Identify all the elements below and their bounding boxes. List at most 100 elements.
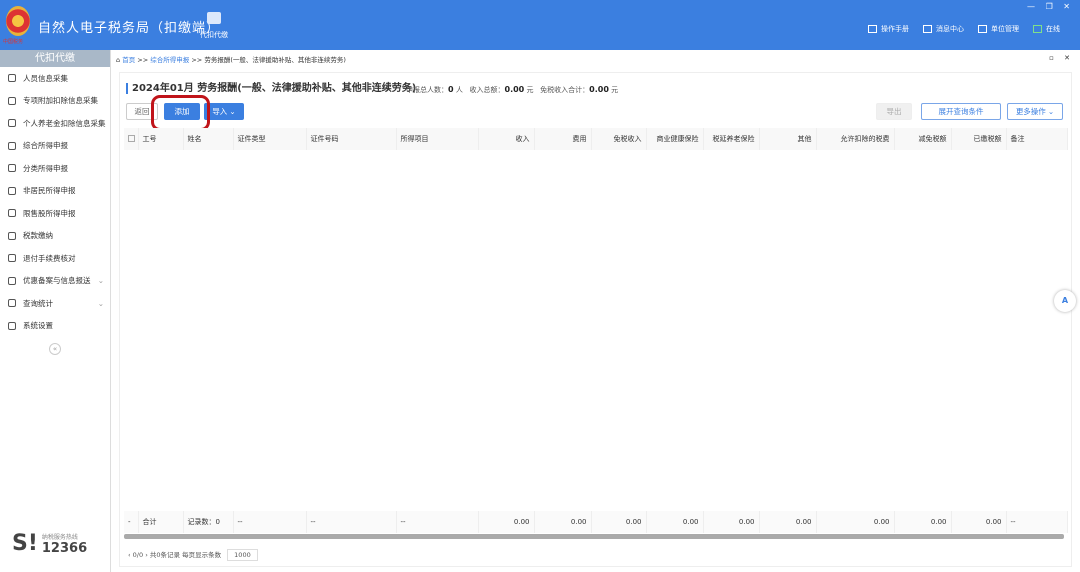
breadcrumb-level2[interactable]: 综合所得申报 [150,56,189,64]
sidebar-item-label: 优惠备案与信息报送 [23,276,91,286]
list-icon [8,96,16,105]
column-header[interactable]: 商业健康保险 [646,128,704,150]
unit-icon [978,25,987,33]
nav-unit[interactable]: 单位管理 [978,24,1019,34]
sidebar-item-label: 查询统计 [23,298,53,308]
assistant-float-icon[interactable]: A [1054,290,1076,312]
nav-label: 消息中心 [936,25,964,33]
sidebar-item[interactable]: 人员信息采集 [0,67,110,90]
footer-cell: -- [1006,511,1068,533]
main-panel: 2024年01月 劳务报酬(一般、法律援助补贴、其他非连续劳务) 申报总人数：0… [119,72,1072,567]
sidebar-item-label: 非居民所得申报 [23,186,76,196]
nav-messages[interactable]: 消息中心 [923,24,964,34]
summary-stats: 申报总人数：0 人 收入总额：0.00 元 免税收入合计：0.00 元 [406,85,618,95]
footer-cell: - [124,511,139,533]
window-controls[interactable]: — ❐ ✕ [1027,2,1074,11]
chevron-down-icon: ⌄ [97,298,104,308]
page-nav[interactable]: ‹ 0/0 › [128,551,148,559]
sidebar-item[interactable]: 限售股所得申报 [0,202,110,225]
app-title: 自然人电子税务局（扣缴端） [38,21,221,36]
footer-cell: 0.00 [759,511,817,533]
nav-manual[interactable]: 操作手册 [868,24,909,34]
stat-label: 收入总额： [469,86,505,94]
sidebar-item[interactable]: 个人养老金扣除信息采集 [0,112,110,135]
column-header[interactable]: 备注 [1006,128,1068,150]
import-button[interactable]: 导入 ⌄ [204,103,244,120]
more-actions-button[interactable]: 更多操作 ⌄ [1007,103,1063,120]
tab-controls[interactable]: ▫ ✕ [1049,54,1074,62]
column-header[interactable]: 允许扣除的税费 [816,128,895,150]
sidebar-item[interactable]: 系统设置 [0,315,110,338]
sidebar-item[interactable]: 优惠备案与信息报送 ⌄ [0,270,110,293]
stat-label: 免税收入合计： [540,86,590,94]
sidebar-header: 代扣代缴 [0,50,110,67]
export-button[interactable]: 导出 [876,103,912,120]
checkbox-icon [128,134,135,142]
pension-icon [8,119,16,128]
column-header[interactable]: 收入 [478,128,535,150]
tab-daikou[interactable]: 代扣代缴 [196,12,232,40]
footer-cell: -- [396,511,479,533]
footer-cell: 记录数：0 [183,511,234,533]
sidebar-item[interactable]: 退付手续费核对 [0,247,110,270]
sidebar-item[interactable]: 专项附加扣除信息采集 [0,90,110,113]
chevron-down-icon: ⌄ [97,276,104,286]
folder-icon [8,231,16,240]
stat-income: 0.00 [504,85,525,94]
title-bar: 中国税务 自然人电子税务局（扣缴端） 代扣代缴 操作手册 消息中心 单位管理 在… [0,0,1080,50]
query-icon [8,299,16,308]
per-page-label: 每页显示条数 [182,551,222,559]
table-header: 工号 姓名 证件类型 证件号码 所得项目 收入 费用 免税收入 商业健康保险 税延养老保险 其他 允许… [124,128,1068,150]
table-footer-total: - 合计 记录数：0 -- -- -- 0.00 0.00 0.00 0.00 0.00 0.00 0.… [124,511,1068,533]
headset-icon: S! [12,531,38,556]
sidebar-item[interactable]: 综合所得申报 [0,135,110,158]
nav-label: 单位管理 [991,25,1019,33]
per-page-input[interactable]: 1000 [227,549,258,561]
stat-unit: 元 [526,86,534,94]
footer-cell: -- [306,511,397,533]
select-all-checkbox[interactable] [124,128,139,150]
stat-label: 申报总人数： [406,86,448,94]
horizontal-scrollbar[interactable] [124,534,1064,539]
sidebar-item-label: 专项附加扣除信息采集 [23,96,98,106]
column-header[interactable]: 所得项目 [396,128,479,150]
column-header[interactable]: 证件号码 [306,128,397,150]
gear-icon [8,321,16,330]
column-header[interactable]: 费用 [534,128,592,150]
nav-online[interactable]: 在线 [1033,24,1060,34]
breadcrumb-home[interactable]: 首页 [122,56,135,64]
sidebar-item-label: 综合所得申报 [23,141,68,151]
highlight-annotation [151,95,210,131]
sidebar-item[interactable]: 税款缴纳 [0,225,110,248]
stat-people: 0 [448,85,454,94]
home-icon: ⌂ [116,56,121,64]
column-header[interactable]: 免税收入 [591,128,647,150]
check-doc-icon [8,254,16,263]
nav-label: 操作手册 [881,25,909,33]
sidebar-item[interactable]: 分类所得申报 [0,157,110,180]
message-icon [923,25,932,33]
sidebar-item[interactable]: 非居民所得申报 [0,180,110,203]
breadcrumb-current: 劳务报酬(一般、法律援助补贴、其他非连续劳务) [204,56,346,64]
sidebar-item-label: 退付手续费核对 [23,253,76,263]
column-header[interactable]: 工号 [138,128,184,150]
sidebar-item-label: 系统设置 [23,321,53,331]
wallet-icon [207,12,221,24]
footer-cell: 0.00 [816,511,895,533]
doc-icon [8,276,16,285]
footer-cell: 0.00 [478,511,535,533]
manual-icon [868,25,877,33]
layers-icon [8,141,16,150]
collapse-button[interactable]: « [49,343,61,355]
column-header[interactable]: 证件类型 [233,128,307,150]
column-header[interactable]: 已缴税额 [951,128,1007,150]
expand-query-button[interactable]: 展开查询条件 [921,103,1001,120]
stat-free: 0.00 [589,85,609,94]
column-header[interactable]: 姓名 [183,128,234,150]
chart-icon [8,209,16,218]
column-header[interactable]: 减免税额 [894,128,952,150]
column-header[interactable]: 税延养老保险 [703,128,760,150]
column-header[interactable]: 其他 [759,128,817,150]
sidebar-item[interactable]: 查询统计 ⌄ [0,292,110,315]
stat-unit: 人 [455,86,463,94]
